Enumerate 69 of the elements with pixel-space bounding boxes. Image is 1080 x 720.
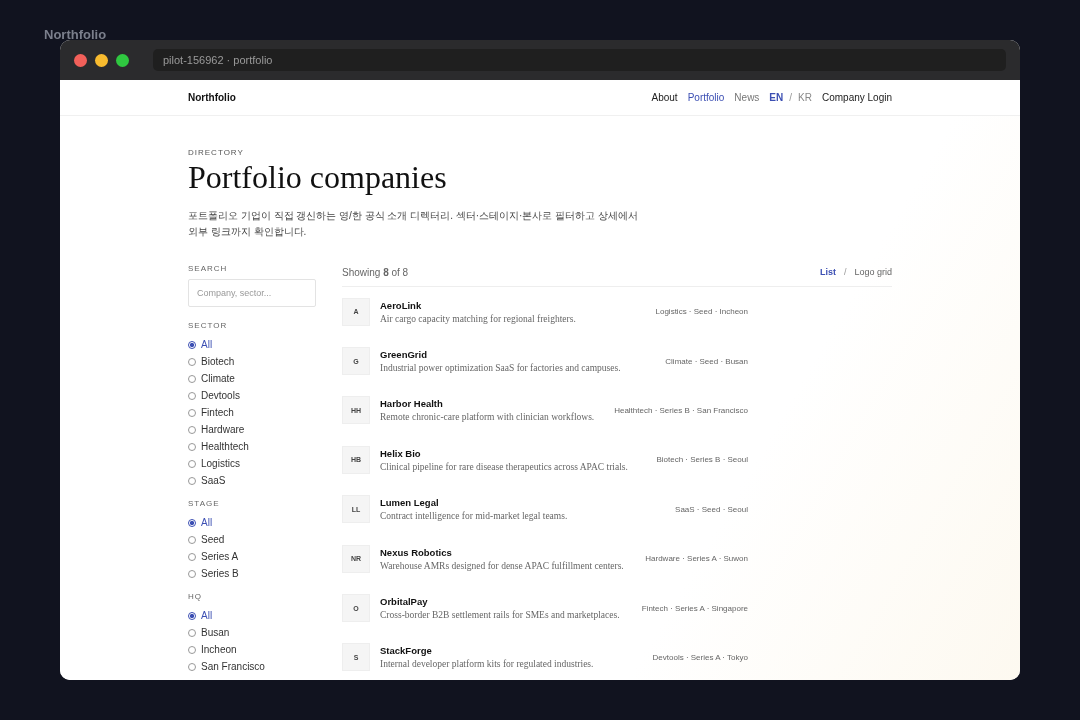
address-bar[interactable]: pilot-156962 · portfolio xyxy=(153,49,1006,71)
login-link[interactable]: Company Login xyxy=(821,92,892,103)
company-name[interactable]: StackForge xyxy=(380,645,643,657)
option-label[interactable]: Busan xyxy=(201,627,230,638)
option-label[interactable]: Biotech xyxy=(201,356,235,367)
company-description: Warehouse AMRs designed for dense APAC fulfillment centers. xyxy=(380,560,625,571)
option-label[interactable]: San Francisco xyxy=(201,661,265,672)
company-description: Contract intelligence for mid-market legal teams. xyxy=(380,511,569,522)
company-description: Internal developer platform kits for regulated industries. xyxy=(380,659,595,670)
company-name[interactable]: Lumen Legal xyxy=(380,497,666,509)
company-description: Remote chronic-care platform with clinician workflows. xyxy=(380,412,596,423)
company-meta: Fintech · Series A · Singapore xyxy=(641,603,748,613)
nav-link[interactable]: Portfolio xyxy=(687,92,725,103)
filter-label: HQ xyxy=(188,592,203,601)
company-description: Clinical pipeline for rare disease therapeutics across APAC trials. xyxy=(380,461,629,472)
view-toggle[interactable]: Logo grid xyxy=(854,267,892,277)
results-count: Showing 8 of 8 xyxy=(342,266,409,278)
option-label[interactable]: Climate xyxy=(201,373,235,384)
company-meta: SaaS · Seed · Seoul xyxy=(675,504,748,514)
option-label[interactable]: Logistics xyxy=(201,458,240,469)
company-meta: Healthtech · Series B · San Francisco xyxy=(614,405,748,415)
search-field[interactable]: Company, sector... xyxy=(188,279,316,307)
section-label: DIRECTORY xyxy=(188,148,245,157)
language-link[interactable]: KR xyxy=(798,92,812,103)
filter-label: SECTOR xyxy=(188,321,229,330)
language-link[interactable]: EN xyxy=(769,92,784,103)
option-label[interactable]: Fintech xyxy=(201,407,234,418)
company-meta: Climate · Seed · Busan xyxy=(665,356,748,366)
radio-button[interactable] xyxy=(188,340,196,349)
option-label[interactable]: Hardware xyxy=(201,424,245,435)
company-meta: Devtools · Series A · Tokyo xyxy=(652,652,748,662)
radio-button[interactable] xyxy=(188,518,196,527)
option-label[interactable]: All xyxy=(201,610,213,621)
filter-label: STAGE xyxy=(188,499,221,508)
option-label[interactable]: Series B xyxy=(201,568,239,579)
company-name[interactable]: AeroLink xyxy=(380,299,646,311)
company-name[interactable]: OrbitalPay xyxy=(380,596,632,608)
brand-link[interactable]: Northfolio xyxy=(188,92,236,103)
nav-link[interactable]: News xyxy=(734,92,760,103)
option-label[interactable]: Seed xyxy=(201,534,225,545)
option-label[interactable]: Devtools xyxy=(201,390,240,401)
company-name[interactable]: Helix Bio xyxy=(380,447,647,459)
option-label[interactable]: All xyxy=(201,517,213,528)
company-meta: Biotech · Series B · Seoul xyxy=(656,455,748,465)
company-name[interactable]: GreenGrid xyxy=(380,349,656,361)
option-label[interactable]: SaaS xyxy=(201,475,226,486)
company-description: Cross-border B2B settlement rails for SMEs and marketplaces. xyxy=(380,610,621,621)
option-label[interactable]: Incheon xyxy=(201,644,237,655)
page-title: Portfolio companies xyxy=(188,159,448,196)
close-icon[interactable] xyxy=(74,53,87,67)
maximize-icon[interactable] xyxy=(116,53,129,67)
option-label[interactable]: Series A xyxy=(201,551,239,562)
company-description: Air cargo capacity matching for regional freighters. xyxy=(380,313,577,324)
company-description: Industrial power optimization SaaS for factories and campuses. xyxy=(380,363,622,374)
filter-label: SEARCH xyxy=(188,264,229,273)
option-label[interactable]: Healthtech xyxy=(201,441,249,452)
page-description: 포트폴리오 기업이 직접 갱신하는 영/한 공식 소개 디렉터리. 섹터·스테이지·본사로 필터하고 상세에서 외부 링크까지 확인합니다. xyxy=(188,209,638,239)
company-name[interactable]: Harbor Health xyxy=(380,398,605,410)
company-meta: Logistics · Seed · Incheon xyxy=(655,307,748,317)
radio-button[interactable] xyxy=(188,611,196,620)
separator: / xyxy=(843,267,847,277)
option-label[interactable]: All xyxy=(201,339,213,350)
view-toggle[interactable]: List xyxy=(819,267,836,277)
company-meta: Hardware · Series A · Suwon xyxy=(645,554,748,564)
company-name[interactable]: Nexus Robotics xyxy=(380,546,636,558)
nav-link[interactable]: About xyxy=(651,92,678,103)
separator: / xyxy=(789,92,793,103)
minimize-icon[interactable] xyxy=(95,53,108,67)
app-title: Northfolio xyxy=(44,27,107,42)
